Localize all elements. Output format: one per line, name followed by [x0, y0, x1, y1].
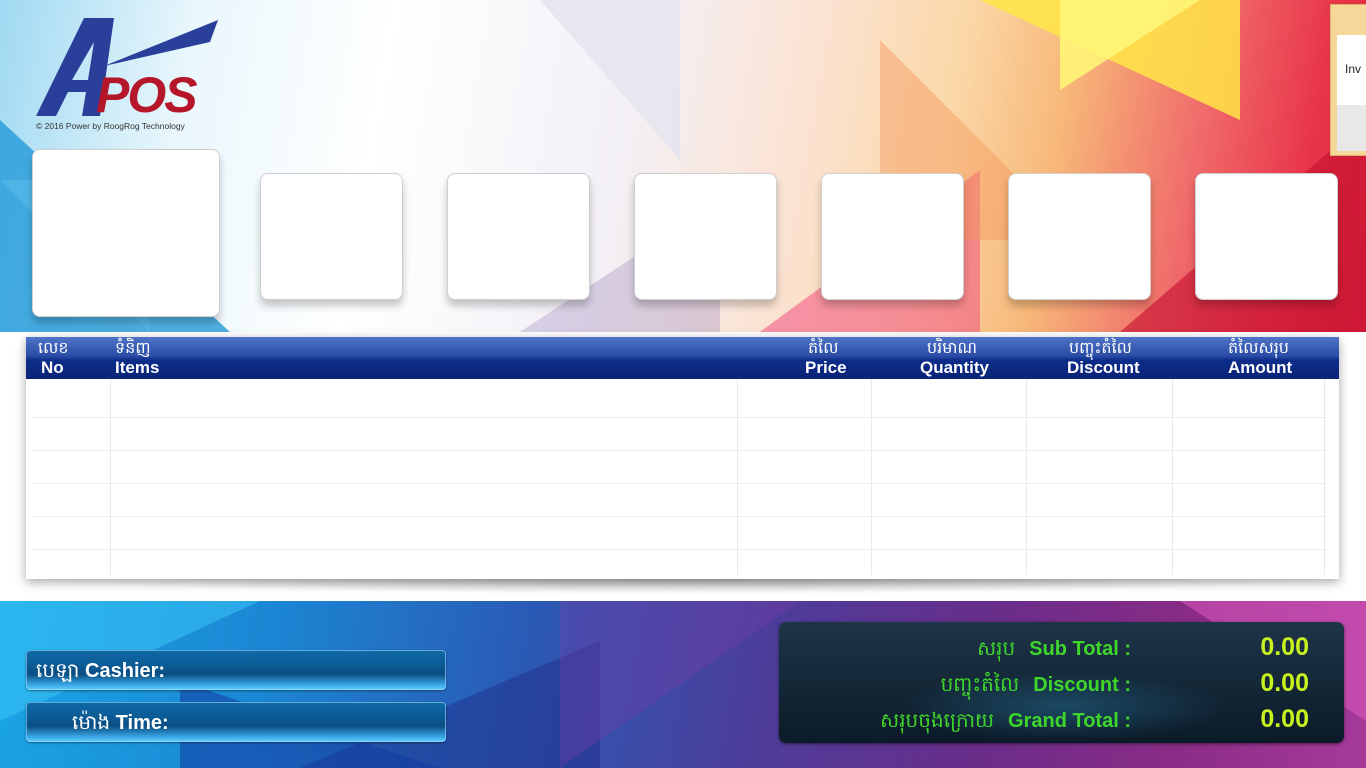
image-card[interactable]	[634, 173, 777, 300]
column-header-en: Discount	[1067, 358, 1140, 377]
sales-grid[interactable]: លេខ No ទំនិញ Items តំលៃ Price បរិមាណ Qua…	[26, 337, 1339, 579]
cashier-label: បេឡា Cashier:	[36, 657, 165, 687]
image-card[interactable]	[1008, 173, 1151, 300]
column-header-en: Items	[115, 358, 160, 377]
grid-body[interactable]	[32, 379, 1326, 575]
grid-header: លេខ No ទំនិញ Items តំលៃ Price បរិមាណ Qua…	[26, 337, 1339, 379]
discount-label-en: Discount :	[1033, 674, 1131, 696]
image-card[interactable]	[1195, 173, 1338, 300]
svg-text:POS: POS	[96, 67, 197, 122]
grand-total-row: សរុបចុងក្រោយ Grand Total : 0.00	[779, 705, 1344, 737]
grid-column-divider	[737, 379, 738, 575]
grid-shadow	[26, 578, 1339, 594]
grid-row-divider	[32, 450, 1326, 451]
apos-logo: POS © 2016 Power by RoogRog Technology	[34, 14, 224, 134]
background-facet	[1060, 0, 1200, 90]
grand-total-label: សរុបចុងក្រោយ Grand Total :	[880, 707, 1131, 737]
grid-column-divider	[1172, 379, 1173, 575]
column-header-en: Price	[805, 358, 847, 377]
grid-row-divider	[32, 549, 1326, 550]
column-header-en: Amount	[1228, 358, 1293, 377]
background-facet	[560, 601, 800, 768]
image-card-main[interactable]	[32, 149, 220, 317]
column-header-km: តំលៃសរុប	[1228, 338, 1289, 357]
column-header-km: បញ្ចុះតំលៃ	[1069, 338, 1132, 357]
subtotal-label-km: សរុប	[977, 636, 1016, 660]
column-header-km: តំលៃ	[808, 338, 839, 357]
subtotal-value: 0.00	[1260, 633, 1309, 661]
grid-row-divider	[32, 483, 1326, 484]
invoice-window-footer	[1337, 105, 1366, 151]
grand-total-label-en: Grand Total :	[1008, 710, 1131, 732]
subtotal-label-en: Sub Total :	[1029, 638, 1131, 660]
cashier-label-km: បេឡា	[36, 658, 80, 682]
time-label-en: Time:	[115, 712, 169, 734]
subtotal-row: សរុប Sub Total : 0.00	[779, 633, 1344, 665]
image-card[interactable]	[447, 173, 590, 300]
grand-total-label-km: សរុបចុងក្រោយ	[880, 708, 995, 732]
time-label-km: ម៉ោង	[72, 710, 111, 734]
top-banner: POS © 2016 Power by RoogRog Technology I…	[0, 0, 1366, 332]
time-label: ម៉ោង Time:	[72, 709, 169, 739]
invoice-window[interactable]: Inv	[1330, 4, 1366, 156]
cashier-bar: បេឡា Cashier:	[26, 650, 446, 690]
column-header-en: No	[41, 358, 64, 377]
column-header-en: Quantity	[920, 358, 989, 377]
subtotal-label: សរុប Sub Total :	[977, 635, 1131, 665]
background-facet	[540, 0, 680, 160]
discount-label-km: បញ្ចុះតំលៃ	[940, 672, 1020, 696]
grid-column-divider	[1324, 379, 1325, 575]
discount-label: បញ្ចុះតំលៃ Discount :	[941, 671, 1131, 701]
grid-column-divider	[1026, 379, 1027, 575]
grand-total-value: 0.00	[1260, 705, 1309, 733]
cashier-label-en: Cashier:	[85, 660, 166, 682]
invoice-label: Inv	[1345, 62, 1362, 76]
image-card[interactable]	[821, 173, 964, 300]
column-header-km: លេខ	[38, 338, 69, 357]
column-header-km: បរិមាណ	[927, 338, 977, 357]
discount-row: បញ្ចុះតំលៃ Discount : 0.00	[779, 669, 1344, 701]
time-bar: ម៉ោង Time:	[26, 702, 446, 742]
column-header-km: ទំនិញ	[115, 338, 151, 357]
grid-column-divider	[110, 379, 111, 575]
image-card[interactable]	[260, 173, 403, 300]
logo-copyright: © 2016 Power by RoogRog Technology	[36, 121, 185, 131]
totals-panel: សរុប Sub Total : 0.00 បញ្ចុះតំលៃ Discount …	[779, 622, 1344, 743]
grid-row-divider	[32, 516, 1326, 517]
grid-column-divider	[871, 379, 872, 575]
discount-value: 0.00	[1260, 669, 1309, 697]
apos-logo-graphic: POS	[36, 18, 218, 123]
grid-row-divider	[32, 417, 1326, 418]
